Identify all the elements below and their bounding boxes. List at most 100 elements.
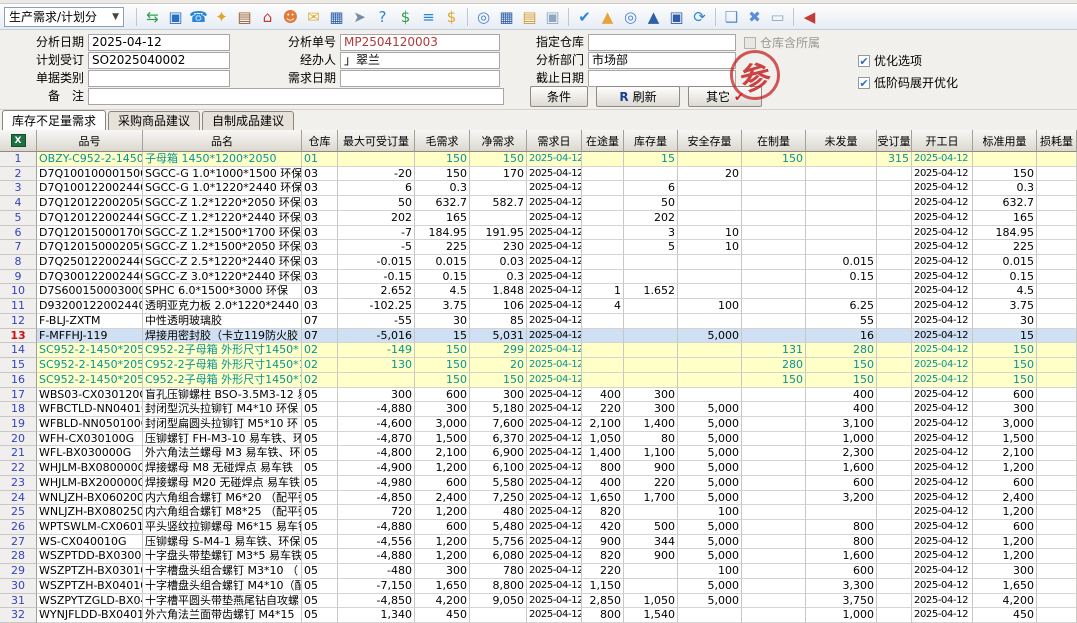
doc-search-icon[interactable]: ◎ <box>619 6 642 28</box>
cascade-icon[interactable]: ▭ <box>766 6 789 28</box>
table-row[interactable]: 1OBZY-C952-2-1450*20子母箱 1450*1200*205001… <box>0 152 1077 167</box>
table-row[interactable]: 12F-BLJ-ZXTM中性透明玻璃胶07-5530852025-04-1255… <box>0 314 1077 329</box>
users-icon[interactable]: ☻ <box>279 6 302 28</box>
column-header-wip[interactable]: 在制量 <box>742 130 806 152</box>
window-icon[interactable]: ❑ <box>720 6 743 28</box>
table-row[interactable]: 11D932001220024400G透明亚克力板 2.0*1220*24400… <box>0 299 1077 314</box>
req-date-field[interactable] <box>340 70 500 87</box>
column-header-stdqty[interactable]: 标准用量 <box>973 130 1037 152</box>
key-icon[interactable]: ➤ <box>348 6 371 28</box>
table-row[interactable]: 17WBS03-CX030120G盲孔压铆螺柱 BSO-3.5M3-12 易05… <box>0 388 1077 403</box>
lock-icon[interactable]: ✦ <box>210 6 233 28</box>
refresh-icon[interactable]: ⟳ <box>688 6 711 28</box>
computer-icon[interactable]: ▣ <box>164 6 187 28</box>
copy-icon[interactable]: ▣ <box>541 6 564 28</box>
column-header-intransit[interactable]: 在途量 <box>582 130 624 152</box>
network-icon[interactable]: ▲ <box>642 6 665 28</box>
table-row[interactable]: 20WFH-CX030100G压铆螺钉 FH-M3-10 易车铁、环05-4,8… <box>0 432 1077 447</box>
handler-field[interactable]: 」翠兰 <box>340 52 500 69</box>
doc-type-field[interactable] <box>88 70 230 87</box>
analysis-date-field[interactable]: 2025-04-12 <box>88 34 230 51</box>
tab-0[interactable]: 库存不足量需求 <box>2 110 106 130</box>
table-row[interactable]: 15SC952-2-1450*2050-1C952-2子母箱 外形尺寸1450*… <box>0 358 1077 373</box>
help-icon[interactable]: ? <box>371 6 394 28</box>
table-row[interactable]: 27WS-CX040010G压铆螺母 S-M4-1 易车铁、环保05-4,556… <box>0 535 1077 550</box>
table-row[interactable]: 19WFBLD-NN050100G封闭型扁圆头拉铆钉 M5*10 环05-4,6… <box>0 417 1077 432</box>
designated-wh-field[interactable] <box>588 34 736 51</box>
column-header-name[interactable]: 品名 <box>143 130 302 152</box>
column-header-pn[interactable]: 品号 <box>37 130 143 152</box>
column-header-unshipped[interactable]: 未发量 <box>806 130 877 152</box>
table-row[interactable]: 2D7Q1001000015000GSGCC-G 1.0*1000*1500 环… <box>0 167 1077 182</box>
cell-gross: 632.7 <box>415 196 470 211</box>
drawer-icon[interactable]: ▤ <box>518 6 541 28</box>
column-header-stock[interactable]: 库存量 <box>624 130 678 152</box>
table-row[interactable]: 24WNLJZH-BX060200G内六角组合螺钉 M6*20 （配平弹05-4… <box>0 491 1077 506</box>
chart-search-icon[interactable]: ◎ <box>472 6 495 28</box>
analysis-no-field[interactable]: MP2504120003 <box>340 34 500 51</box>
table-row[interactable]: 16SC952-2-1450*2050-1C952-2子母箱 外形尺寸1450*… <box>0 373 1077 388</box>
table-row[interactable]: 28WSZPTDD-BX030050G十字盘头带垫螺钉 M3*5 易车铁05-4… <box>0 549 1077 564</box>
table-row[interactable]: 9D7Q3001220024400GSGCC-Z 3.0*1220*2440 环… <box>0 270 1077 285</box>
module-dropdown[interactable]: 生产需求/计划分 ▼ <box>4 7 124 27</box>
table-row[interactable]: 25WNLJZH-BX080250G内六角组合螺钉 M8*25 （配平弹0572… <box>0 505 1077 520</box>
table-row[interactable]: 32WYNJFLDD-BX040150G外六角法兰面带齿螺钉 M4*15051,… <box>0 608 1077 623</box>
close-window-icon[interactable]: ✖ <box>743 6 766 28</box>
table-row[interactable]: 22WHJLM-BX080000G焊接螺母 M8 无碰焊点 易车铁05-4,90… <box>0 461 1077 476</box>
optimize-checkbox[interactable]: ✔ 优化选项 <box>858 54 922 68</box>
column-header-gross[interactable]: 毛需求 <box>415 130 470 152</box>
card-icon[interactable]: ▦ <box>325 6 348 28</box>
column-header-safety[interactable]: 安全存量 <box>678 130 742 152</box>
exit-icon[interactable]: ◀ <box>798 6 821 28</box>
column-header-reqdate[interactable]: 需求日 <box>527 130 582 152</box>
mail-icon[interactable]: ✉ <box>302 6 325 28</box>
briefcase-icon[interactable]: ▤ <box>233 6 256 28</box>
table-row[interactable]: 8D7Q2501220024400GSGCC-Z 2.5*1220*2440 环… <box>0 255 1077 270</box>
cell-net: 150 <box>470 152 527 167</box>
dollar-icon[interactable]: $ <box>394 6 417 28</box>
plan-order-field[interactable]: SO2025040002 <box>88 52 230 69</box>
refresh-button[interactable]: R 刷新 <box>596 86 680 107</box>
column-header-ordered[interactable]: 受订量 <box>877 130 912 152</box>
table-row[interactable]: 21WFL-BX030000G外六角法兰螺母 M3 易车铁、环05-4,8002… <box>0 446 1077 461</box>
table-row[interactable]: 30WSZPTZH-BX040100G十字槽盘头组合螺钉 M4*10（配05-7… <box>0 579 1077 594</box>
table-row[interactable]: 6D7Q1201500017000GSGCC-Z 1.2*1500*1700 环… <box>0 226 1077 241</box>
tab-1[interactable]: 采购商品建议 <box>108 111 200 130</box>
table-row[interactable]: 3D7Q1001220024400GSGCC-G 1.0*1220*2440 环… <box>0 181 1077 196</box>
phone-icon[interactable]: ☎ <box>187 6 210 28</box>
tab-2[interactable]: 自制成品建议 <box>202 111 294 130</box>
table-row[interactable]: 5D7Q1201220024400GSGCC-Z 1.2*1220*2440 环… <box>0 211 1077 226</box>
wh-include-checkbox[interactable]: 仓库含所属 <box>744 36 820 50</box>
table-row[interactable]: 26WPTSWLM-CX060150G平头竖纹拉铆螺母 M6*15 易车铁05-… <box>0 520 1077 535</box>
person-dollar-icon[interactable]: $ <box>440 6 463 28</box>
condition-button[interactable]: 条件 <box>530 86 588 107</box>
end-date-field[interactable] <box>588 70 736 87</box>
column-header-maxorder[interactable]: 最大可受订量 <box>338 130 415 152</box>
table-row[interactable]: 4D7Q1201220020500GSGCC-Z 1.2*1220*2050 环… <box>0 196 1077 211</box>
table-row[interactable]: 10D7S6001500030000GSPHC 6.0*1500*3000 环保… <box>0 284 1077 299</box>
table-row[interactable]: 31WSZPYTZGLD-BX040150G十字槽平圆头带垫燕尾钻自攻螺05-4… <box>0 594 1077 609</box>
remark-field[interactable] <box>88 88 504 105</box>
column-header-startdate[interactable]: 开工日 <box>912 130 973 152</box>
calculator-icon[interactable]: ▦ <box>495 6 518 28</box>
table-row[interactable]: 14SC952-2-1450*2050-1C952-2子母箱 外形尺寸1450*… <box>0 343 1077 358</box>
table-row[interactable]: 29WSZPTZH-BX030100G十字槽盘头组合螺钉 M3*10 （05-4… <box>0 564 1077 579</box>
table-row[interactable]: 18WFBCTLD-NN040100G封闭型沉头拉铆钉 M4*10 环保05-4… <box>0 402 1077 417</box>
bell-icon[interactable]: ▲ <box>596 6 619 28</box>
column-header-loss[interactable]: 损耗量 <box>1037 130 1077 152</box>
table-row[interactable]: 13F-MFFHJ-119焊接用密封胶（卡立119防火胶07-5,016155,… <box>0 329 1077 344</box>
monitor-pointer-icon[interactable]: ▣ <box>665 6 688 28</box>
home-icon[interactable]: ⌂ <box>256 6 279 28</box>
excel-export-header-cell[interactable]: X <box>0 130 37 152</box>
column-header-wh[interactable]: 仓库 <box>302 130 338 152</box>
low-code-checkbox[interactable]: ✔ 低阶码展开优化 <box>858 76 958 90</box>
sync-icon[interactable]: ⇆ <box>141 6 164 28</box>
table-row[interactable]: 7D7Q1201500020500GSGCC-Z 1.2*1500*2050 环… <box>0 240 1077 255</box>
cell-name: SGCC-Z 3.0*1220*2440 环保大 <box>143 270 302 285</box>
column-header-net[interactable]: 净需求 <box>470 130 527 152</box>
check-icon[interactable]: ✔ <box>573 6 596 28</box>
analysis-dept-field[interactable]: 市场部 <box>588 52 736 69</box>
table-row[interactable]: 23WHJLM-BX200000G焊接螺母 M20 无碰焊点 易车铁05-4,9… <box>0 476 1077 491</box>
cell-pn: WHJLM-BX080000G <box>37 461 143 476</box>
cart-icon[interactable]: ≡ <box>417 6 440 28</box>
